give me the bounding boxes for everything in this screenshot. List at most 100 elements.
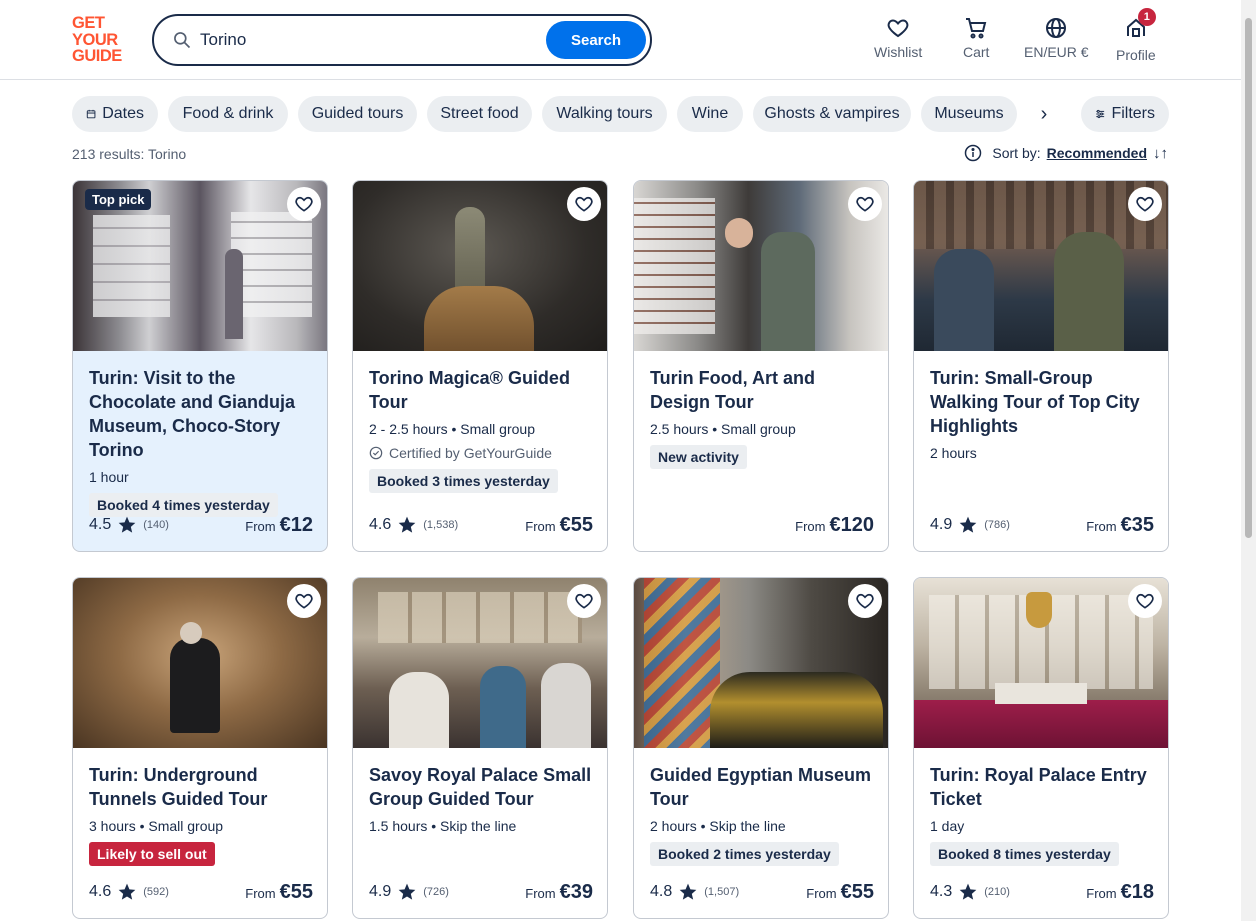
- activity-card[interactable]: Turin: Royal Palace Entry Ticket 1 day B…: [913, 577, 1169, 919]
- activity-meta: 2 hours: [930, 445, 977, 461]
- wishlist-heart-button[interactable]: [848, 187, 882, 221]
- activity-title[interactable]: Turin Food, Art and Design Tour: [650, 366, 874, 414]
- rating: 4.9 (726): [369, 882, 449, 902]
- activity-title[interactable]: Savoy Royal Palace Small Group Guided To…: [369, 763, 593, 811]
- wishlist-heart-button[interactable]: [567, 584, 601, 618]
- activity-title[interactable]: Torino Magica® Guided Tour: [369, 366, 593, 414]
- activity-card[interactable]: Torino Magica® Guided Tour 2 - 2.5 hours…: [352, 180, 608, 552]
- activity-image: [73, 578, 327, 748]
- heart-icon: [856, 593, 874, 609]
- card-body: Torino Magica® Guided Tour 2 - 2.5 hours…: [369, 352, 593, 551]
- sort-control[interactable]: Sort by: Recommended ↓↑: [964, 144, 1168, 162]
- card-footer: 4.6 (1,538) From €55: [369, 511, 593, 537]
- getyourguide-logo[interactable]: GET YOUR GUIDE: [72, 15, 130, 65]
- language-label: EN/EUR €: [1024, 44, 1089, 60]
- star-icon: [118, 516, 136, 533]
- chip-label: Wine: [691, 105, 729, 122]
- chip-museums[interactable]: Museums: [921, 96, 1017, 132]
- profile-link[interactable]: 1 Profile: [1116, 8, 1156, 63]
- activity-title[interactable]: Turin: Small-Group Walking Tour of Top C…: [930, 366, 1154, 438]
- activity-title[interactable]: Guided Egyptian Museum Tour: [650, 763, 874, 811]
- wishlist-heart-button[interactable]: [1128, 584, 1162, 618]
- star-icon: [959, 883, 977, 900]
- wishlist-heart-button[interactable]: [567, 187, 601, 221]
- price-from-label: From: [525, 886, 556, 901]
- search-icon: [174, 32, 191, 49]
- chip-street-food[interactable]: Street food: [427, 96, 532, 132]
- price: From €39: [525, 881, 593, 904]
- star-icon: [679, 883, 697, 900]
- activity-card[interactable]: Savoy Royal Palace Small Group Guided To…: [352, 577, 608, 919]
- wishlist-heart-button[interactable]: [287, 584, 321, 618]
- chip-ghosts-vampires[interactable]: Ghosts & vampires: [753, 96, 911, 132]
- card-footer: 4.8 (1,507) From €55: [650, 878, 874, 903]
- card-footer: 4.6 (592) From €55: [89, 878, 313, 903]
- activity-card[interactable]: Guided Egyptian Museum Tour 2 hours • Sk…: [633, 577, 889, 919]
- chevron-right-icon[interactable]: ›: [1032, 102, 1056, 126]
- card-body: Turin Food, Art and Design Tour 2.5 hour…: [650, 352, 874, 551]
- activity-card[interactable]: Turin: Underground Tunnels Guided Tour 3…: [72, 577, 328, 919]
- price-amount: €55: [840, 881, 874, 903]
- cart-link[interactable]: Cart: [963, 16, 989, 60]
- globe-icon: [1046, 18, 1067, 38]
- chip-walking-tours[interactable]: Walking tours: [542, 96, 667, 132]
- filters-button[interactable]: Filters: [1081, 96, 1169, 132]
- sliders-icon: [1096, 109, 1105, 119]
- price-amount: €39: [559, 881, 593, 903]
- activity-meta: 2 hours • Skip the line: [650, 818, 786, 834]
- page-scrollbar[interactable]: [1241, 0, 1256, 921]
- price-from-label: From: [795, 519, 826, 534]
- activity-title[interactable]: Turin: Visit to the Chocolate and Giandu…: [89, 366, 313, 462]
- rating: 4.6 (592): [89, 882, 169, 902]
- heart-icon: [295, 196, 313, 212]
- card-body: Turin: Royal Palace Entry Ticket 1 day B…: [930, 749, 1154, 918]
- review-count: (1,538): [423, 519, 459, 531]
- heart-icon: [1136, 196, 1154, 212]
- language-currency-link[interactable]: EN/EUR €: [1024, 16, 1089, 60]
- rating-value: 4.9: [930, 516, 953, 533]
- price-amount: €120: [829, 514, 875, 536]
- rating: 4.5 (140): [89, 515, 169, 535]
- price-amount: €18: [1120, 881, 1154, 903]
- activity-meta: 3 hours • Small group: [89, 818, 224, 834]
- review-count: (786): [984, 519, 1010, 531]
- chip-wine[interactable]: Wine: [677, 96, 743, 132]
- info-icon[interactable]: [964, 144, 982, 162]
- heart-icon: [575, 593, 593, 609]
- certified-text: Certified by GetYourGuide: [389, 445, 552, 461]
- price: From €18: [1086, 881, 1154, 904]
- price: From €35: [1086, 514, 1154, 537]
- activity-image: Top pick: [73, 181, 327, 351]
- heart-icon: [575, 196, 593, 212]
- activity-card[interactable]: Turin Food, Art and Design Tour 2.5 hour…: [633, 180, 889, 552]
- activity-card[interactable]: Turin: Small-Group Walking Tour of Top C…: [913, 180, 1169, 552]
- wishlist-heart-button[interactable]: [848, 584, 882, 618]
- card-footer: 4.3 (210) From €18: [930, 878, 1154, 904]
- activity-image: [353, 181, 607, 351]
- wishlist-heart-button[interactable]: [287, 187, 321, 221]
- chip-label: Ghosts & vampires: [764, 105, 900, 122]
- price-from-label: From: [245, 886, 276, 901]
- price-from-label: From: [525, 519, 556, 534]
- sort-value[interactable]: Recommended: [1047, 145, 1147, 161]
- activity-title[interactable]: Turin: Underground Tunnels Guided Tour: [89, 763, 313, 811]
- chip-dates[interactable]: Dates: [72, 96, 158, 132]
- card-footer: From €120: [650, 511, 875, 536]
- chip-guided-tours[interactable]: Guided tours: [298, 96, 417, 132]
- likely-to-sell-out-badge: Likely to sell out: [89, 842, 215, 866]
- search-button[interactable]: Search: [546, 21, 646, 59]
- search-input[interactable]: [200, 30, 530, 50]
- scrollbar-thumb[interactable]: [1245, 18, 1252, 538]
- wishlist-link[interactable]: Wishlist: [874, 16, 922, 60]
- activity-card[interactable]: Top pick Turin: Visit to the Chocolate a…: [72, 180, 328, 552]
- wishlist-heart-button[interactable]: [1128, 187, 1162, 221]
- sort-label: Sort by:: [992, 145, 1041, 161]
- rating: 4.6 (1,538): [369, 515, 458, 535]
- activity-title[interactable]: Turin: Royal Palace Entry Ticket: [930, 763, 1154, 811]
- rating-value: 4.5: [89, 516, 112, 533]
- price: From €55: [525, 514, 593, 537]
- booked-badge: Booked 8 times yesterday: [930, 842, 1119, 866]
- price-amount: €55: [559, 514, 593, 536]
- results-count: 213 results: Torino: [72, 146, 187, 162]
- chip-food-drink[interactable]: Food & drink: [168, 96, 288, 132]
